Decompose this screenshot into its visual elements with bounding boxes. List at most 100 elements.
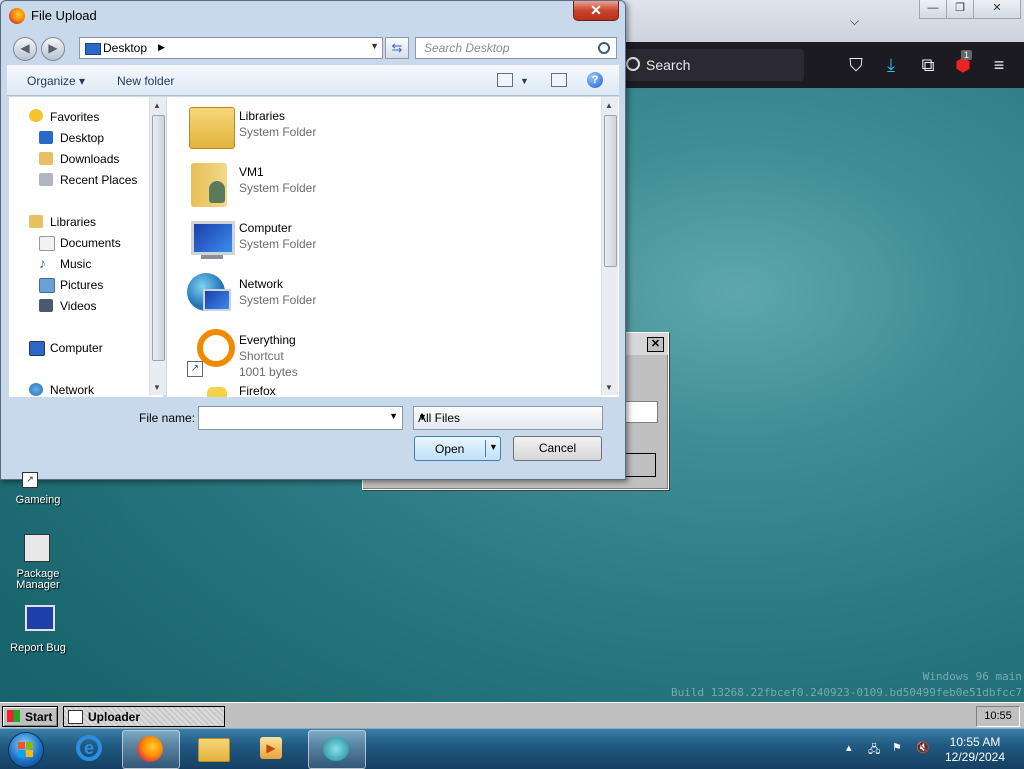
- browser-close-button[interactable]: ✕: [973, 0, 1021, 19]
- w96-clock: 10:55: [976, 706, 1020, 727]
- nav-desktop[interactable]: Desktop: [60, 131, 104, 145]
- nav-music[interactable]: Music: [60, 257, 91, 271]
- uploader-icon: [68, 710, 83, 724]
- user-avatar-icon: [209, 181, 225, 203]
- list-item[interactable]: Network System Folder: [167, 271, 587, 323]
- download-icon[interactable]: ⤓: [878, 52, 904, 78]
- taskbar-explorer[interactable]: [184, 730, 240, 767]
- forward-button[interactable]: ▶: [41, 37, 65, 61]
- back-button[interactable]: ◀: [13, 37, 37, 61]
- taskbar-vm-app[interactable]: [308, 730, 366, 769]
- computer-icon: [191, 221, 235, 255]
- search-icon: [626, 57, 640, 71]
- item-name: VM1: [239, 165, 264, 179]
- refresh-button[interactable]: ⇆: [385, 37, 409, 59]
- tab-list-chevron-icon[interactable]: ⌵: [850, 14, 859, 29]
- open-button-separator: [485, 440, 486, 457]
- taskbar-firefox[interactable]: [122, 730, 180, 769]
- breadcrumb-arrow-icon[interactable]: ▶: [158, 42, 165, 53]
- command-bar: Organize ▾ New folder ▼ ?: [7, 65, 619, 96]
- list-item[interactable]: VM1 System Folder: [167, 159, 587, 211]
- organize-button[interactable]: Organize ▾: [27, 74, 85, 88]
- shortcut-arrow-icon: ↗: [187, 361, 203, 377]
- taskbar-media-player[interactable]: ▶: [244, 730, 300, 767]
- show-hidden-icons-icon[interactable]: ▴: [846, 741, 852, 754]
- nav-videos[interactable]: Videos: [60, 299, 96, 313]
- dialog-close-button[interactable]: ✕: [573, 1, 619, 21]
- taskbar-item-uploader[interactable]: Uploader: [63, 706, 225, 727]
- menu-icon[interactable]: ≡: [986, 52, 1012, 78]
- extensions-icon[interactable]: ⧉: [915, 52, 941, 78]
- nav-downloads[interactable]: Downloads: [60, 152, 119, 166]
- volume-muted-icon[interactable]: 🔇: [916, 741, 930, 754]
- list-item[interactable]: Libraries System Folder: [167, 103, 587, 155]
- folder-icon: [198, 738, 230, 762]
- documents-icon: [39, 236, 55, 251]
- maximize-button[interactable]: ❐: [946, 0, 974, 19]
- network-tray-icon[interactable]: 🖧: [868, 741, 880, 760]
- windows-start-orb[interactable]: [8, 732, 44, 768]
- network-icon: [29, 383, 43, 396]
- nav-recent-places[interactable]: Recent Places: [60, 173, 137, 187]
- action-center-flag-icon[interactable]: ⚑: [892, 741, 902, 754]
- nav-computer[interactable]: Computer: [50, 341, 103, 355]
- w96-taskbar: Start Uploader 10:55: [0, 702, 1024, 729]
- list-item[interactable]: Computer System Folder: [167, 215, 587, 267]
- nav-favorites[interactable]: Favorites: [50, 110, 99, 124]
- file-list-scrollbar[interactable]: ▲ ▼: [601, 97, 618, 395]
- view-options-icon[interactable]: [497, 73, 513, 87]
- win7-taskbar: e ▶ ▴ 🖧 ⚑ 🔇 10:55 AM 12/29/2024: [0, 728, 1024, 769]
- search-box[interactable]: Search Desktop: [415, 37, 617, 59]
- list-item[interactable]: Firefox: [167, 383, 587, 397]
- file-name-input[interactable]: ▼: [198, 406, 403, 430]
- nav-documents[interactable]: Documents: [60, 236, 121, 250]
- nav-network[interactable]: Network: [50, 383, 94, 397]
- desktop-icon-label: Gameing: [15, 494, 61, 506]
- desktop-icon: [85, 43, 101, 55]
- browser-search-label: Search: [646, 57, 691, 73]
- item-type: System Folder: [239, 181, 317, 195]
- windows-logo-icon: [18, 742, 25, 749]
- background-dialog-close-button[interactable]: ✕: [647, 337, 664, 352]
- clock-time: 10:55 AM: [949, 735, 1001, 749]
- windows-logo-icon-part: [26, 750, 33, 757]
- preview-pane-icon[interactable]: [551, 73, 567, 87]
- watermark-line-2: Build 13268.22fbcef0.240923-0109.bd50499…: [671, 686, 1022, 699]
- navigation-pane: Favorites Desktop Downloads Recent Place…: [9, 97, 166, 397]
- nav-libraries[interactable]: Libraries: [50, 215, 96, 229]
- item-size: 1001 bytes: [239, 365, 298, 379]
- taskbar-clock[interactable]: 10:55 AM 12/29/2024: [940, 735, 1010, 765]
- clock-date: 12/29/2024: [944, 750, 1006, 764]
- nav-pictures[interactable]: Pictures: [60, 278, 103, 292]
- desktop-icon-label: Report Bug: [10, 642, 66, 654]
- item-name: Firefox: [239, 384, 276, 397]
- open-button[interactable]: Open ▼: [414, 436, 501, 461]
- item-type: System Folder: [239, 125, 317, 139]
- cancel-button[interactable]: Cancel: [513, 436, 602, 461]
- pocket-icon[interactable]: ⛉: [843, 52, 869, 78]
- taskbar-internet-explorer[interactable]: e: [62, 730, 118, 767]
- help-button[interactable]: ?: [587, 72, 603, 88]
- file-type-select[interactable]: All Files ▼: [413, 406, 603, 430]
- list-item[interactable]: ↗ Everything Shortcut 1001 bytes: [167, 327, 587, 379]
- browser-search-box[interactable]: Search: [618, 49, 804, 81]
- minimize-button[interactable]: —: [919, 0, 947, 19]
- file-type-dropdown-icon[interactable]: ▼: [418, 412, 597, 422]
- start-label: Start: [25, 710, 53, 724]
- computer-stand: [201, 255, 223, 259]
- open-button-label: Open: [435, 442, 465, 456]
- nav-scroll-thumb[interactable]: [152, 115, 165, 361]
- view-dropdown-icon[interactable]: ▼: [520, 76, 529, 86]
- internet-explorer-icon: e: [76, 735, 102, 761]
- file-list-scroll-thumb[interactable]: [604, 115, 617, 267]
- file-name-dropdown-icon[interactable]: ▼: [389, 411, 398, 421]
- address-bar[interactable]: Desktop ▶ ▼: [79, 37, 383, 59]
- open-dropdown-icon[interactable]: ▼: [489, 442, 498, 452]
- dialog-title: File Upload: [31, 8, 97, 23]
- address-dropdown-icon[interactable]: ▼: [370, 41, 379, 51]
- new-folder-button[interactable]: New folder: [117, 74, 174, 88]
- music-icon: ♪: [39, 255, 46, 271]
- nav-scrollbar[interactable]: ▲ ▼: [149, 97, 166, 395]
- start-button[interactable]: Start: [2, 706, 58, 727]
- media-player-icon: ▶: [260, 737, 282, 759]
